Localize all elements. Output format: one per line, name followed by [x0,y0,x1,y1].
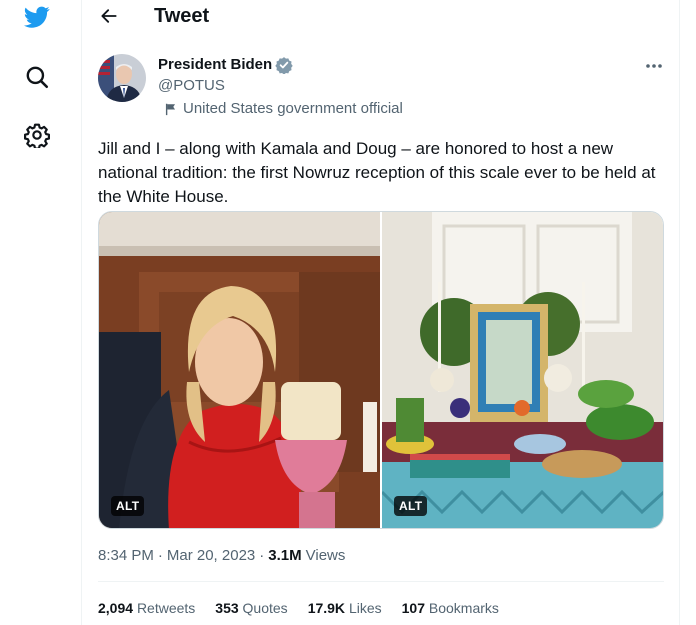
likes-stat[interactable]: 17.9K Likes [308,600,382,616]
tweet-media-grid: ALT ALT [98,211,664,529]
alt-badge[interactable]: ALT [394,496,428,516]
quotes-label: Quotes [242,600,288,616]
quotes-stat[interactable]: 353 Quotes [215,600,287,616]
author-name[interactable]: President Biden [158,56,272,73]
gear-icon[interactable] [20,118,54,152]
tweet-stats-row: 2,094 Retweets 353 Quotes 17.9K Likes 10… [98,600,519,616]
separator: · [259,547,265,564]
quotes-count: 353 [215,600,239,616]
tweet-text: Jill and I – along with Kamala and Doug … [98,139,656,206]
tweet-detail-column: Tweet President Biden @POTUS United Stat… [82,0,680,625]
bookmarks-label: Bookmarks [428,600,499,616]
search-icon[interactable] [20,60,54,94]
twitter-logo-icon[interactable] [20,0,54,34]
divider [98,581,664,582]
separator: · [157,547,163,564]
retweets-count: 2,094 [98,600,134,616]
more-options-icon[interactable] [640,56,668,76]
page-title: Tweet [154,5,210,27]
page-header: Tweet [82,0,680,36]
bookmarks-count: 107 [401,600,425,616]
views-count[interactable]: 3.1M [268,547,301,564]
verified-badge-icon[interactable] [275,56,293,75]
author-handle[interactable]: @POTUS [158,77,225,94]
retweets-label: Retweets [136,600,196,616]
tweet-date[interactable]: Mar 20, 2023 [167,547,255,564]
avatar[interactable] [98,54,146,102]
retweets-stat[interactable]: 2,094 Retweets [98,600,195,616]
bookmarks-stat[interactable]: 107 Bookmarks [402,600,499,616]
tweet-timestamp-row: 8:34 PM · Mar 20, 2023 · 3.1M Views [98,547,345,564]
likes-count: 17.9K [307,600,346,616]
likes-label: Likes [348,600,382,616]
photo-nowruz-table[interactable]: ALT [382,212,663,528]
tweet-time[interactable]: 8:34 PM [98,547,154,564]
government-label-row[interactable]: United States government official [164,100,403,117]
views-label: Views [305,547,346,564]
government-label: United States government official [183,100,403,117]
back-arrow-icon[interactable] [96,3,122,29]
flag-icon [164,102,178,116]
alt-badge[interactable]: ALT [111,496,145,516]
photo-jill-biden[interactable]: ALT [99,212,380,528]
left-sidebar [0,0,82,625]
